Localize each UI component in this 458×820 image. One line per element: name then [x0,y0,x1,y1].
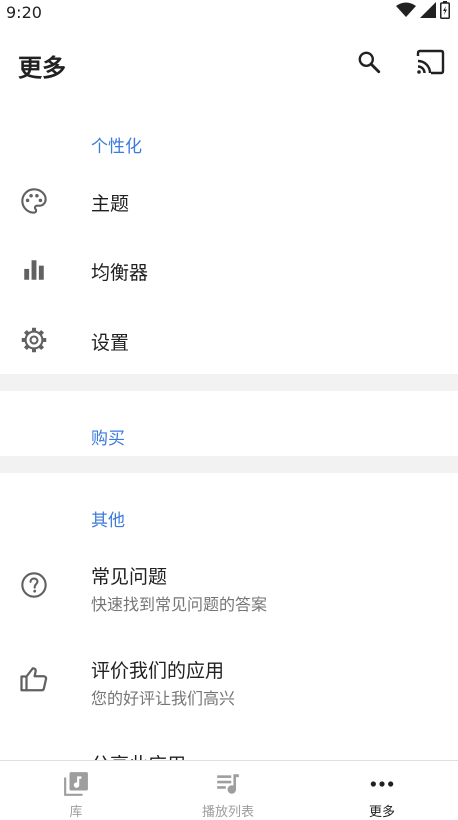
nav-label: 播放列表 [201,805,254,820]
cast-icon [415,49,445,79]
menu-item-subtitle: 快速找到常见问题的答案 [91,595,268,614]
menu-item-settings[interactable]: 设置 [0,315,458,365]
nav-label: 更多 [368,805,395,820]
page-title: 更多 [18,54,66,82]
help-circle-icon [18,569,50,601]
status-bar: 9:20 [0,0,458,26]
section-header-other: 其他 [91,511,125,531]
search-button[interactable] [351,46,387,82]
palette-icon [18,185,50,217]
menu-item-label: 均衡器 [91,262,149,284]
menu-item-label: 分享此应用 [91,750,186,760]
nav-tab-library[interactable]: 库 [0,761,152,820]
playlist-icon [214,770,242,798]
status-icons [396,1,450,23]
battery-icon [440,1,450,23]
search-icon [356,49,382,79]
app-bar: 更多 [0,26,458,100]
library-music-icon [62,770,90,798]
more-horiz-icon [368,770,396,798]
nav-label: 库 [69,805,83,820]
section-header-purchase[interactable]: 购买 [91,424,125,449]
nav-tab-more[interactable]: 更多 [306,761,458,820]
bottom-navigation: 库 播放列表 更多 [0,760,458,820]
menu-item-faq[interactable]: 常见问题 快速找到常见问题的答案 [0,555,458,617]
thumbs-up-icon [18,663,50,695]
menu-item-rate-app[interactable]: 评价我们的应用 您的好评让我们高兴 [0,649,458,711]
menu-item-theme[interactable]: 主题 [0,176,458,226]
signal-icon [420,2,436,22]
menu-item-label: 设置 [91,332,130,354]
wifi-icon [396,2,416,22]
menu-item-label: 常见问题 [91,566,168,588]
section-divider [0,456,458,473]
menu-item-label: 主题 [91,193,130,215]
menu-item-subtitle: 您的好评让我们高兴 [91,689,236,708]
nav-tab-playlists[interactable]: 播放列表 [152,761,304,820]
section-header-personalize: 个性化 [91,137,142,157]
equalizer-icon [18,254,50,286]
cast-button[interactable] [412,46,448,82]
menu-item-label: 评价我们的应用 [91,660,225,682]
menu-item-equalizer[interactable]: 均衡器 [0,245,458,295]
section-divider [0,374,458,391]
menu-item-share-app[interactable]: 分享此应用 [0,743,458,760]
gear-icon [18,324,50,356]
status-time: 9:20 [6,3,42,22]
